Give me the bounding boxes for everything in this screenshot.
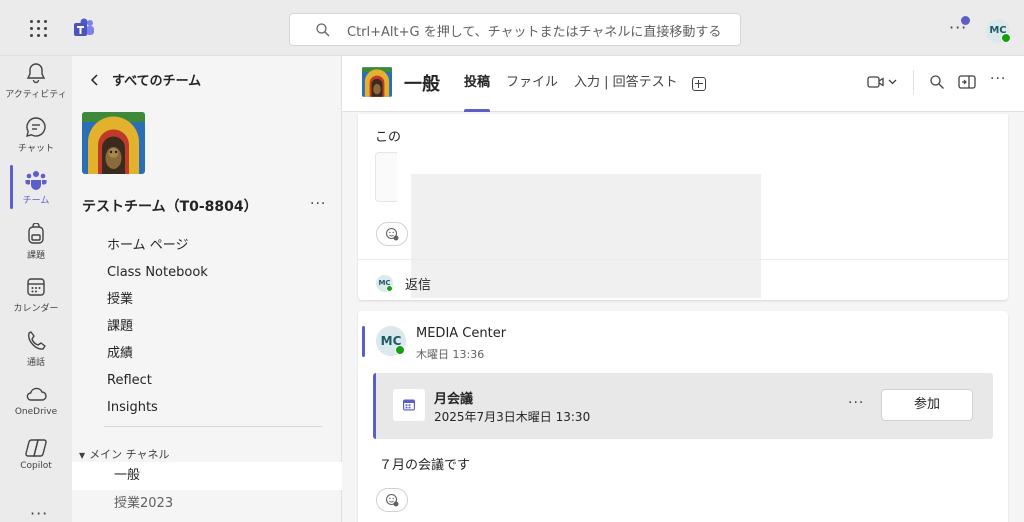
channel-more-options-icon[interactable]: ··· — [990, 71, 1006, 87]
presence-available-icon — [395, 345, 405, 355]
presence-available-icon — [1001, 33, 1011, 43]
rail-chat[interactable]: チャット — [0, 116, 72, 168]
tab-files[interactable]: ファイル — [498, 56, 566, 112]
rail-copilot[interactable]: Copilot — [0, 438, 72, 490]
meeting-calendar-tile — [393, 389, 425, 421]
channel-title: 一般 — [404, 74, 440, 95]
post-body-text: ７月の会議です — [379, 458, 471, 473]
rail-calls[interactable]: 通話 — [0, 330, 72, 382]
channel-item-classes-2023[interactable]: 授業2023 — [72, 490, 342, 518]
channel-team-thumbnail — [362, 66, 392, 98]
chevron-left-icon — [90, 73, 98, 86]
back-to-all-teams[interactable]: すべてのチーム — [90, 70, 201, 89]
team-avatar-image — [82, 112, 145, 174]
nav-item-grades[interactable]: 成績 — [107, 340, 208, 367]
title-bar: Ctrl+Alt+G を押して、チャットまたはチャネルに直接移動する ··· M… — [0, 0, 1024, 56]
post-attachment-preview[interactable] — [375, 152, 397, 202]
join-meeting-button[interactable]: 参加 — [881, 389, 973, 421]
rail-calendar[interactable]: カレンダー — [0, 276, 72, 328]
search-input[interactable]: Ctrl+Alt+G を押して、チャットまたはチャネルに直接移動する — [289, 13, 741, 46]
app-launcher-icon[interactable] — [30, 20, 48, 38]
team-name: テストチーム（T0-8804） — [82, 199, 258, 215]
nav-item-class-notebook[interactable]: Class Notebook — [107, 259, 208, 286]
teams-icon — [25, 171, 47, 190]
team-nav-list: ホーム ページ Class Notebook 授業 課題 成績 Reflect … — [107, 232, 208, 421]
post-text-fragment: この — [375, 130, 402, 145]
nav-item-reflect[interactable]: Reflect — [107, 367, 208, 394]
team-more-options-icon[interactable]: ··· — [310, 196, 326, 212]
nav-item-home[interactable]: ホーム ページ — [107, 232, 208, 259]
header-separator — [913, 70, 914, 94]
calendar-icon — [27, 278, 45, 296]
cloud-icon — [26, 387, 47, 401]
open-panel-icon[interactable] — [958, 74, 976, 90]
teams-logo-icon — [74, 18, 94, 36]
backpack-icon — [28, 223, 44, 244]
add-reaction-button[interactable] — [376, 488, 408, 512]
reply-avatar: MC — [376, 275, 393, 292]
meeting-datetime: 2025年7月3日木曜日 13:30 — [434, 410, 591, 424]
emoji-add-icon — [385, 493, 399, 507]
channel-header: 一般 投稿 ファイル 入力 | 回答テスト ··· — [342, 56, 1024, 112]
channel-item-general[interactable]: 一般 — [72, 462, 342, 490]
meeting-title: 月会議 — [434, 392, 474, 407]
reply-button[interactable]: MC 返信 — [376, 274, 431, 293]
team-panel: すべてのチーム テストチーム（T0-8804） ··· ホーム ページ Clas… — [72, 56, 342, 522]
author-name: MEDIA Center — [416, 326, 507, 341]
chat-icon — [26, 117, 46, 137]
video-meet-icon[interactable] — [867, 74, 899, 90]
rail-onedrive[interactable]: OneDrive — [0, 384, 72, 436]
tab-posts[interactable]: 投稿 — [456, 56, 498, 112]
reply-separator — [358, 259, 1008, 260]
author-avatar[interactable]: MC — [376, 326, 406, 356]
meeting-more-options-icon[interactable]: ··· — [848, 395, 864, 411]
channel-tabs: 投稿 ファイル 入力 | 回答テスト — [456, 56, 706, 112]
post-timestamp: 木曜日 13:36 — [416, 348, 485, 361]
caret-down-icon: ▼ — [79, 451, 86, 460]
post-accent-bar — [362, 326, 365, 357]
reply-label: 返信 — [405, 278, 432, 293]
add-tab-icon[interactable] — [691, 77, 706, 91]
main-channels-header[interactable]: ▼ メイン チャネル — [79, 446, 170, 462]
emoji-add-icon — [385, 227, 399, 241]
user-avatar[interactable]: MC — [986, 19, 1011, 43]
notification-dot — [961, 16, 970, 25]
redacted-content — [411, 174, 761, 298]
channel-main: 一般 投稿 ファイル 入力 | 回答テスト ··· この MC 返信 MC ME… — [342, 56, 1024, 522]
presence-available-icon — [386, 285, 393, 292]
nav-item-assignments[interactable]: 課題 — [107, 313, 208, 340]
nav-item-classes[interactable]: 授業 — [107, 286, 208, 313]
more-apps-icon[interactable]: ··· — [30, 504, 48, 522]
panel-divider — [104, 426, 322, 427]
copilot-icon — [25, 439, 47, 457]
meeting-card[interactable]: 月会議 2025年7月3日木曜日 13:30 ··· 参加 — [373, 373, 993, 439]
rail-activity[interactable]: アクティビティ — [0, 62, 72, 114]
tab-form[interactable]: 入力 | 回答テスト — [566, 56, 686, 112]
post-card-previous: この MC 返信 — [358, 114, 1008, 300]
search-placeholder: Ctrl+Alt+G を押して、チャットまたはチャネルに直接移動する — [347, 25, 722, 40]
bell-icon — [26, 63, 46, 84]
search-icon — [316, 23, 330, 37]
search-channel-icon[interactable] — [929, 74, 945, 90]
app-rail: アクティビティ チャット チーム 課題 カレンダー 通話 OneDrive Co… — [0, 56, 72, 522]
nav-item-insights[interactable]: Insights — [107, 394, 208, 421]
add-reaction-button[interactable] — [376, 222, 408, 246]
calendar-icon — [403, 399, 415, 411]
rail-assignments[interactable]: 課題 — [0, 223, 72, 275]
phone-icon — [28, 331, 46, 350]
rail-teams[interactable]: チーム — [0, 170, 72, 222]
post-card-meeting: MC MEDIA Center 木曜日 13:36 月会議 2025年7月3日木… — [358, 311, 1008, 522]
